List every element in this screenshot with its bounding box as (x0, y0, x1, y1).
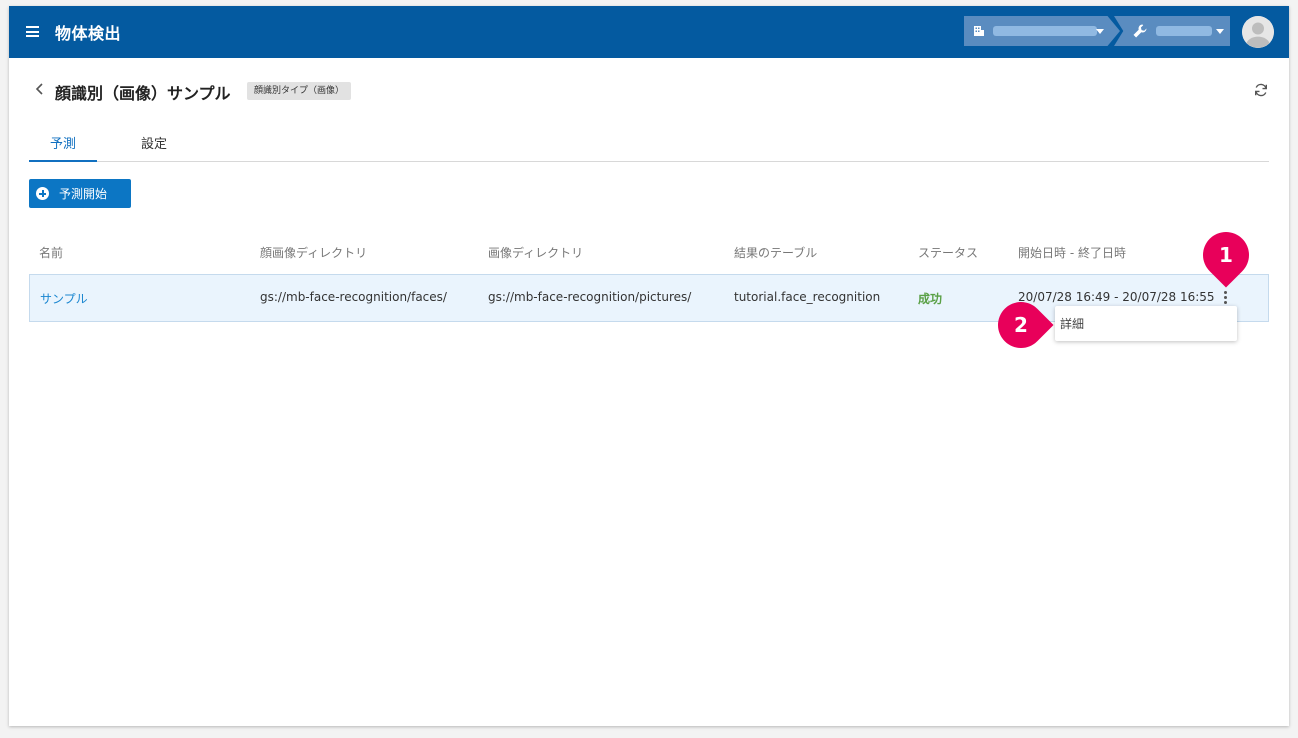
plus-circle-icon (36, 187, 49, 200)
organization-selector[interactable] (964, 16, 1120, 46)
chevron-down-icon (1096, 29, 1104, 34)
type-badge: 顔識別タイプ（画像） (247, 82, 352, 100)
column-header-status: ステータス (918, 246, 979, 260)
column-header-datetime: 開始日時 - 終了日時 (1018, 246, 1126, 260)
top-header: 物体検出 (9, 6, 1289, 58)
user-avatar[interactable] (1242, 16, 1274, 48)
column-header-result-table: 結果のテーブル (734, 246, 818, 260)
tab-settings[interactable]: 設定 (141, 133, 167, 152)
row-result-table: tutorial.face_recognition (734, 290, 881, 304)
tab-predict[interactable]: 予測 (29, 133, 97, 162)
tab-bar: 予測 設定 (29, 126, 1269, 162)
column-header-name: 名前 (39, 246, 64, 260)
wrench-icon (1133, 24, 1147, 38)
column-header-face-dir: 顔画像ディレクトリ (260, 246, 368, 260)
start-prediction-label: 予測開始 (59, 187, 108, 201)
row-name-link[interactable]: サンプル (40, 290, 88, 307)
menu-item-details[interactable]: 詳細 (1060, 315, 1084, 332)
callout-number: 1 (1219, 242, 1233, 267)
hamburger-menu-icon[interactable] (26, 26, 39, 37)
project-selector[interactable] (1114, 16, 1230, 46)
callout-number: 2 (1014, 312, 1028, 337)
refresh-icon[interactable] (1253, 82, 1269, 98)
user-icon (1242, 16, 1274, 48)
row-datetime: 20/07/28 16:49 - 20/07/28 16:55 (1018, 290, 1215, 304)
more-vert-icon[interactable] (1224, 291, 1228, 305)
building-icon (974, 26, 984, 36)
row-context-menu: 詳細 (1055, 306, 1237, 341)
start-prediction-button[interactable]: 予測開始 (29, 179, 131, 208)
row-face-dir: gs://mb-face-recognition/faces/ (260, 290, 447, 304)
chevron-down-icon (1216, 29, 1224, 34)
back-arrow-icon[interactable] (34, 82, 46, 96)
column-header-image-dir: 画像ディレクトリ (488, 246, 584, 260)
app-title: 物体検出 (55, 24, 122, 43)
page-title: 顔識別（画像）サンプル (55, 84, 231, 103)
redacted-project-name (1156, 26, 1212, 36)
redacted-organization-name (993, 26, 1097, 36)
app-window: 物体検出 顔識別（画像）サンプル 顔識別タイプ（画像） 予測 設定 予測開始 名… (9, 6, 1289, 726)
row-image-dir: gs://mb-face-recognition/pictures/ (488, 290, 692, 304)
row-status: 成功 (918, 292, 943, 306)
